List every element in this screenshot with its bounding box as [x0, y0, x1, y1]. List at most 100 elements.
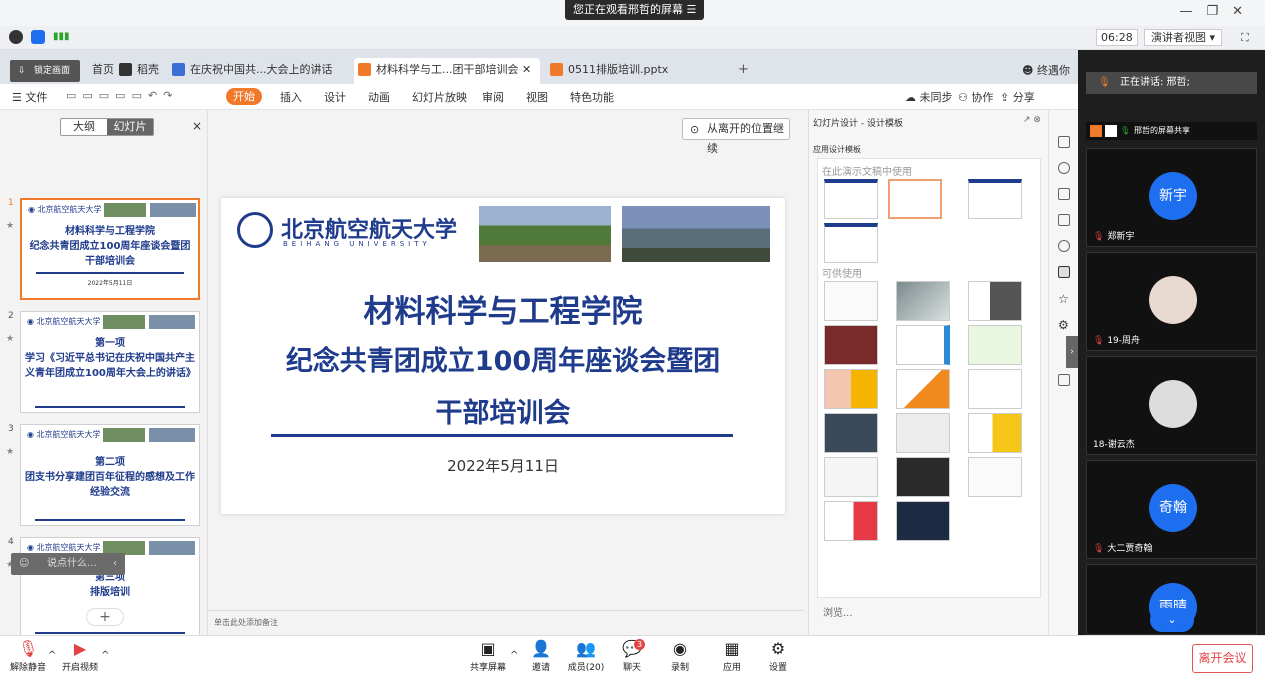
image-tool-icon[interactable] [1058, 374, 1070, 386]
collab-button[interactable]: ⚇ 协作 [958, 89, 993, 105]
fill-tool-icon[interactable] [1058, 188, 1070, 200]
template-item[interactable] [824, 325, 878, 365]
members-button[interactable]: 👥 成员(20) [566, 640, 606, 674]
menu-start[interactable]: 开始 [226, 88, 262, 105]
slides-tab[interactable]: 幻灯片 [107, 119, 153, 135]
sync-status[interactable]: ☁ 未同步 [905, 89, 953, 105]
menu-review[interactable]: 审阅 [482, 89, 504, 105]
view-mode-select[interactable]: 演讲者视图 ▾ [1144, 29, 1223, 46]
slide-thumb-1[interactable]: ◉ 北京航空航天大学 材料科学与工程学院 纪念共青团成立100周年座谈会暨团干部… [20, 198, 200, 300]
template-item[interactable] [896, 281, 950, 321]
panel-close-icon[interactable]: ↗ ⊗ [1023, 115, 1041, 125]
signal-icon[interactable]: ▮▮▮ [53, 31, 70, 43]
collapse-icon[interactable]: ‹ [113, 553, 117, 575]
template-item[interactable] [896, 457, 950, 497]
participant-card[interactable]: 新宇 🎙 郑新宇 [1086, 148, 1257, 247]
resume-position-button[interactable]: ⊙ 从离开的位置继续 [682, 118, 790, 155]
location-pin-icon: ⊙ [690, 123, 700, 136]
template-item[interactable] [824, 413, 878, 453]
invite-button[interactable]: 👤 邀请 [525, 640, 557, 674]
template-item[interactable] [896, 369, 950, 409]
restore-icon[interactable]: ❐ [1206, 4, 1232, 19]
comment-input[interactable]: ☺ 说点什么... ‹ [11, 553, 125, 575]
template-used-1[interactable] [824, 179, 878, 219]
share-screen-button[interactable]: ▣ 共享屏幕 [468, 640, 508, 674]
collapse-panel-handle[interactable]: › [1066, 336, 1078, 368]
template-item[interactable] [968, 281, 1022, 321]
new-tab-icon[interactable]: + [738, 62, 749, 77]
template-item[interactable] [824, 457, 878, 497]
video-options-icon[interactable]: ^ [101, 650, 109, 661]
slide-date: 2022年5月11日 [447, 457, 559, 475]
wps-window: 首页 稻壳 在庆祝中国共...大会上的讲话 材料科学与工...团干部培训会 ✕ … [0, 50, 1078, 639]
add-slide-button[interactable]: + [86, 608, 124, 626]
menu-insert[interactable]: 插入 [280, 89, 302, 105]
slide-thumb-2[interactable]: ◉ 北京航空航天大学 第一项 学习《习近平总书记在庆祝中国共产主义青年团成立10… [20, 311, 200, 413]
template-item[interactable] [896, 413, 950, 453]
tab-docer[interactable]: 稻壳 [115, 58, 165, 84]
template-item[interactable] [968, 413, 1022, 453]
close-panel-icon[interactable]: × [192, 119, 202, 133]
scroll-down-icon[interactable]: ⌄ [1150, 608, 1194, 632]
slide-thumb-3[interactable]: ◉ 北京航空航天大学 第二项 团支书分享建团百年征程的感想及工作经验交流 [20, 424, 200, 526]
apps-button[interactable]: ▦ 应用 [718, 640, 746, 674]
menu-animation[interactable]: 动画 [368, 89, 390, 105]
minimize-icon[interactable]: — [1179, 4, 1206, 19]
tab-ppt-2[interactable]: 0511排版培训.pptx [546, 58, 696, 84]
template-used-4[interactable] [824, 223, 878, 263]
record-button[interactable]: ◉ 录制 [666, 640, 694, 674]
leave-meeting-button[interactable]: 离开会议 [1192, 644, 1253, 673]
audio-options-icon[interactable]: ^ [48, 650, 56, 661]
layers-tool-icon[interactable] [1058, 214, 1070, 226]
participant-card[interactable]: 🎙 19-周舟 [1086, 252, 1257, 351]
template-used-3[interactable] [968, 179, 1022, 219]
file-menu[interactable]: ☰ 文件 [12, 89, 47, 105]
pin-tool-icon[interactable]: ☆ [1058, 292, 1070, 306]
menu-features[interactable]: 特色功能 [570, 89, 614, 105]
template-item[interactable] [968, 457, 1022, 497]
settings-button[interactable]: ⚙ 设置 [764, 640, 792, 674]
participant-card[interactable]: 奇翰 🎙 大二贾奇翰 [1086, 460, 1257, 559]
template-item[interactable] [896, 501, 950, 541]
menu-slideshow[interactable]: 幻灯片放映 [412, 89, 467, 105]
tab-doc-speech[interactable]: 在庆祝中国共...大会上的讲话 [168, 58, 340, 84]
settings-tool-icon[interactable]: ⚙ [1058, 318, 1070, 332]
thumb-title: 第二项 团支书分享建团百年征程的感想及工作经验交流 [25, 457, 195, 498]
template-item[interactable] [824, 369, 878, 409]
mic-muted-icon: 🎙 [1093, 336, 1105, 346]
menu-icon[interactable]: ☰ [687, 3, 697, 16]
info-icon[interactable] [9, 30, 23, 44]
participant-card[interactable]: 18-谢云杰 [1086, 356, 1257, 455]
browse-link[interactable]: 浏览... [823, 604, 853, 619]
share-banner[interactable]: 您正在观看邢哲的屏幕 ☰ [565, 0, 705, 20]
participant-avatar-image [1149, 380, 1197, 428]
start-video-button[interactable]: ▶ 开启视频 [60, 640, 100, 674]
outline-tab[interactable]: 大纲 [61, 119, 107, 135]
close-icon[interactable]: ✕ [1232, 4, 1257, 19]
palette-tool-icon[interactable] [1058, 240, 1070, 252]
tab-ppt-active[interactable]: 材料科学与工...团干部培训会 ✕ [354, 58, 540, 84]
cloud-icon: ☁ [905, 91, 916, 104]
template-item[interactable] [896, 325, 950, 365]
notes-area[interactable]: 单击此处添加备注 [208, 610, 804, 635]
speaking-text: 正在讲话: 邢哲; [1120, 77, 1190, 88]
shield-icon[interactable] [31, 30, 45, 44]
clone-tool-icon[interactable] [1058, 162, 1070, 174]
template-tool-icon[interactable] [1058, 266, 1070, 278]
menu-design[interactable]: 设计 [324, 89, 346, 105]
user-account[interactable]: ☻ 终遇你 [1022, 62, 1070, 78]
template-item[interactable] [824, 281, 878, 321]
share-options-icon[interactable]: ^ [510, 650, 518, 661]
main-slide[interactable]: 北京航空航天大学 BEIHANG UNIVERSITY 材料科学与工程学院 纪念… [221, 198, 785, 514]
lock-screen-button[interactable]: ⇩ 锁定画面 [10, 60, 80, 82]
fullscreen-icon[interactable]: ⛶ [1241, 31, 1249, 45]
template-item[interactable] [824, 501, 878, 541]
template-item[interactable] [968, 369, 1022, 409]
template-item[interactable] [968, 325, 1022, 365]
share-button[interactable]: ⇪ 分享 [1000, 89, 1035, 105]
menu-view[interactable]: 视图 [526, 89, 548, 105]
unmute-button[interactable]: 🎙 解除静音 [8, 640, 48, 674]
template-used-2[interactable] [888, 179, 942, 219]
quick-access-icons[interactable]: ▭▭▭▭▭↶↷ [66, 89, 178, 102]
shape-tool-icon[interactable] [1058, 136, 1070, 148]
